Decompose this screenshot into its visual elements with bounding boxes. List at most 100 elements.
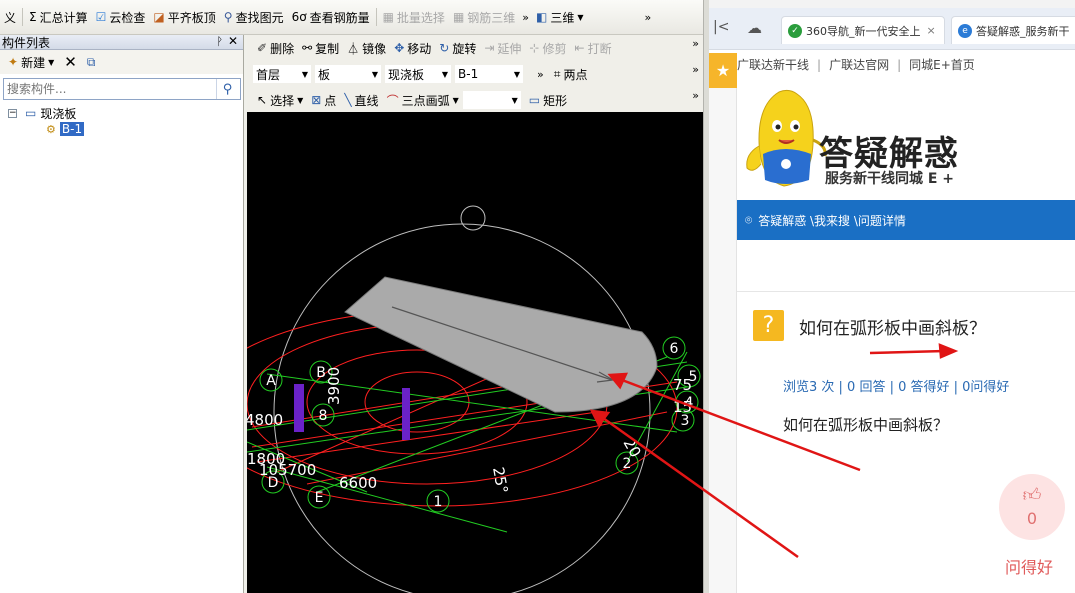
- sigma-icon: Σ: [29, 10, 37, 24]
- rebar-3d-icon: ▦: [452, 10, 465, 24]
- break-label: 打断: [587, 41, 612, 56]
- bookmark-link[interactable]: 广联达官网: [829, 56, 889, 73]
- extend-button[interactable]: ⇥ 延伸: [480, 37, 525, 59]
- rebar-3d-label: 钢筋三维: [467, 10, 516, 25]
- tree-node-root[interactable]: − ▭ 现浇板: [8, 105, 84, 121]
- floor-select[interactable]: 首层 ▼: [253, 65, 311, 83]
- view-rebar-button[interactable]: 6ơ 查看钢筋量: [288, 6, 374, 28]
- select-tool[interactable]: ↖ 选择 ▼: [253, 89, 307, 111]
- copy-icon[interactable]: ⧉: [87, 55, 96, 70]
- view-mode-label: 三维: [550, 10, 575, 25]
- bookmark-link[interactable]: 同城E+首页: [909, 56, 975, 73]
- favorites-star-icon[interactable]: ★: [709, 53, 737, 88]
- trim-label: 修剪: [542, 41, 567, 56]
- dimension-label: 75: [673, 376, 692, 394]
- point-tool[interactable]: ⊠ 点: [307, 89, 340, 111]
- arc-tool[interactable]: ⌒ 三点画弧 ▼: [383, 89, 463, 111]
- chevron-more-icon[interactable]: »: [692, 89, 699, 102]
- site-header: 答疑解惑 服务新干线同城 E +: [737, 78, 1075, 200]
- collapse-icon[interactable]: −: [8, 108, 17, 118]
- bookmark-link[interactable]: 广联达新干线: [737, 56, 809, 73]
- tab-answer-page[interactable]: e 答疑解惑_服务新干: [951, 16, 1075, 44]
- find-element-button[interactable]: ⚲ 查找图元: [220, 6, 288, 28]
- tree-child-label: B-1: [59, 122, 85, 136]
- tree-root-label: 现浇板: [40, 106, 77, 121]
- line-icon: ╲: [344, 93, 352, 107]
- select-label: 选择: [270, 93, 295, 108]
- chevron-down-icon: ▼: [511, 95, 518, 105]
- tab-scroll-left-icon[interactable]: |<: [713, 19, 729, 35]
- column-member[interactable]: [402, 388, 410, 440]
- dimension-label: 105700: [259, 461, 316, 479]
- toolbar-partial-label: 义: [4, 10, 17, 25]
- dimension-label: 15: [673, 398, 692, 416]
- new-icon: ✦: [8, 55, 19, 69]
- batch-select-label: 批量选择: [396, 10, 445, 25]
- chevron-down-icon: ▼: [297, 95, 304, 105]
- bookmark-separator: |: [897, 57, 902, 72]
- trim-button[interactable]: ⊹ 修剪: [525, 37, 570, 59]
- arc-option-select[interactable]: ▼: [462, 91, 521, 109]
- slab-category-icon: ▭: [25, 106, 37, 120]
- cloud-check-icon: ☑: [95, 10, 107, 24]
- close-icon[interactable]: ✕: [228, 34, 238, 48]
- column-member[interactable]: [294, 384, 304, 432]
- site-subtitle: 服务新干线同城 E +: [825, 171, 955, 187]
- view-mode-dropdown[interactable]: ◧ 三维 ▼: [532, 6, 588, 28]
- cad-drawing: A B D E 8 1 2 6 5 4 3 3900 4800 1800 105…: [247, 205, 701, 593]
- cube-icon: ◧: [536, 10, 548, 24]
- two-point-label: 两点: [563, 67, 588, 82]
- two-point-button[interactable]: ⌗ 两点: [550, 63, 592, 85]
- type-select[interactable]: 板 ▼: [315, 65, 381, 83]
- mirror-icon: ⏃: [347, 41, 360, 56]
- floor-value: 首层: [256, 67, 281, 82]
- chevron-more-icon[interactable]: »: [642, 11, 655, 24]
- component-search: ⚲: [3, 78, 241, 100]
- chevron-more-icon[interactable]: »: [537, 68, 544, 81]
- move-button[interactable]: ✥ 移动: [390, 37, 435, 59]
- breadcrumb-text[interactable]: 答疑解惑 \我来搜 \问题详情: [758, 212, 906, 229]
- component-search-input[interactable]: [4, 80, 216, 98]
- cad-application: 义 Σ 汇总计算 ☑ 云检查 ◪ 平齐板顶 ⚲ 查找图元 6ơ 查看钢筋量 ▦ 批量选择 ▦…: [0, 0, 703, 593]
- axis-label: 8: [319, 408, 328, 424]
- rotate-label: 旋转: [452, 41, 477, 56]
- copy-icon: ⚯: [302, 41, 313, 55]
- view-rebar-label: 查看钢筋量: [309, 10, 370, 25]
- rectangle-tool[interactable]: ▭ 矩形: [525, 89, 571, 111]
- mirror-button[interactable]: ⏃ 镜像: [343, 37, 390, 59]
- new-component-button[interactable]: ✦ 新建 ▼: [6, 51, 56, 73]
- find-element-label: 查找图元: [235, 10, 284, 25]
- chevron-more-icon[interactable]: »: [692, 63, 699, 76]
- 360-favicon-icon: ✓: [788, 23, 802, 38]
- toolbar-item-partial[interactable]: 义: [0, 6, 20, 28]
- like-button[interactable]: 👍︎ 0: [999, 474, 1065, 540]
- cloud-icon[interactable]: ☁: [747, 19, 762, 37]
- rotate-button[interactable]: ↻ 旋转: [435, 37, 480, 59]
- line-tool[interactable]: ╲ 直线: [340, 89, 382, 111]
- break-icon: ⇤: [574, 41, 585, 55]
- cloud-check-button[interactable]: ☑ 云检查: [92, 6, 150, 28]
- search-icon[interactable]: ⚲: [216, 79, 238, 99]
- copy-button[interactable]: ⚯ 复制: [298, 37, 343, 59]
- rebar-3d-button[interactable]: ▦ 钢筋三维: [449, 6, 519, 28]
- chevron-more-icon[interactable]: »: [519, 11, 532, 24]
- question-card: ? 如何在弧形板中画斜板？ 浏览3 次 | 0 回答 | 0 答得好 | 0问得…: [737, 292, 1075, 593]
- pin-icon[interactable]: ᚹ: [216, 35, 223, 48]
- question-title: 如何在弧形板中画斜板？: [799, 319, 986, 339]
- align-slab-top-button[interactable]: ◪ 平齐板顶: [149, 6, 219, 28]
- break-button[interactable]: ⇤ 打断: [571, 37, 616, 59]
- thumbs-up-icon: 👍︎: [1022, 484, 1042, 506]
- view-pole-marker: [460, 205, 486, 231]
- drawing-canvas[interactable]: A B D E 8 1 2 6 5 4 3 3900 4800 1800 105…: [247, 112, 703, 593]
- delete-icon[interactable]: ✕: [64, 53, 77, 71]
- component-select[interactable]: B-1 ▼: [455, 65, 523, 83]
- summary-calc-button[interactable]: Σ 汇总计算: [25, 6, 92, 28]
- delete-button[interactable]: ✐ 删除: [253, 37, 298, 59]
- close-tab-icon[interactable]: ×: [927, 24, 936, 37]
- tree-node-b1[interactable]: ⚙ B-1: [46, 121, 85, 137]
- tab-360-navigation[interactable]: ✓ 360导航_新一代安全上 ×: [781, 16, 945, 44]
- chevron-more-icon[interactable]: »: [692, 37, 699, 50]
- mascot-logo: [746, 89, 827, 187]
- batch-select-button[interactable]: ▦ 批量选择: [379, 6, 449, 28]
- subtype-select[interactable]: 现浇板 ▼: [385, 65, 451, 83]
